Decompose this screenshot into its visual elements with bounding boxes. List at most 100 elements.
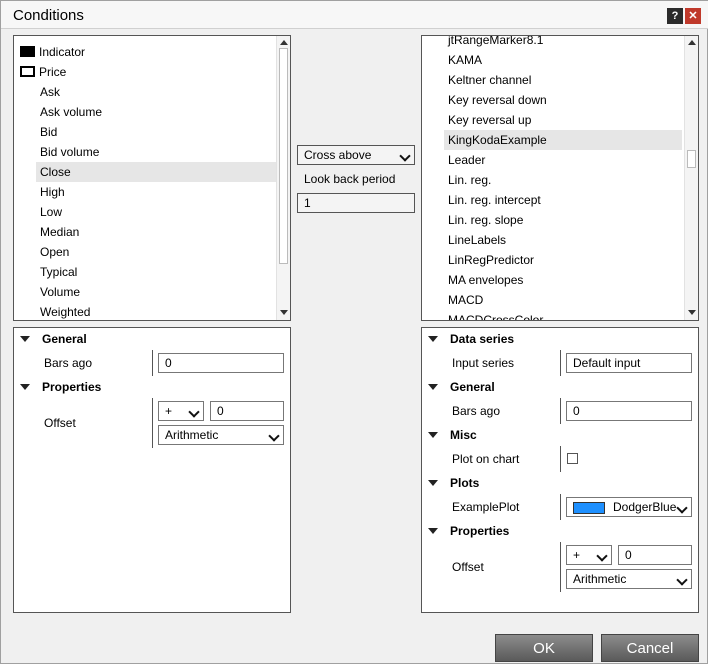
offset-input[interactable]: 0 <box>210 401 284 421</box>
tree-item-label: Volume <box>40 285 81 299</box>
divider <box>560 542 561 592</box>
scroll-up-icon[interactable] <box>280 40 288 45</box>
example-plot-label: ExamplePlot <box>452 500 520 514</box>
tree-item-bid-volume[interactable]: Bid volume <box>18 142 276 162</box>
tree-item-ask[interactable]: Ask <box>18 82 276 102</box>
right-properties-panel: Data series Input series Default input G… <box>421 327 699 613</box>
indicator-list: jtRangeMarker8.1 KAMA Keltner channel Ke… <box>444 36 682 320</box>
divider <box>560 350 561 376</box>
collapse-icon <box>428 383 438 390</box>
collapse-icon <box>428 527 438 534</box>
select-value: + <box>165 404 173 418</box>
list-item[interactable]: Lin. reg. <box>444 170 682 190</box>
chevron-down-icon <box>596 550 608 562</box>
list-item[interactable]: jtRangeMarker8.1 <box>444 36 682 50</box>
section-general[interactable]: General <box>428 380 495 394</box>
tree-item-bid[interactable]: Bid <box>18 122 276 142</box>
color-name: DodgerBlue <box>613 500 677 514</box>
tree-item-label: Ask <box>40 85 61 99</box>
tree-item-ask-volume[interactable]: Ask volume <box>18 102 276 122</box>
list-item[interactable]: KAMA <box>444 50 682 70</box>
list-item[interactable]: MACD <box>444 290 682 310</box>
tree-item-typical[interactable]: Typical <box>18 262 276 282</box>
scroll-down-icon[interactable] <box>688 310 696 315</box>
bars-ago-input[interactable]: 0 <box>566 401 692 421</box>
offset-label: Offset <box>44 416 76 430</box>
select-value: Arithmetic <box>165 428 219 442</box>
tree-item-high[interactable]: High <box>18 182 276 202</box>
section-label: Data series <box>450 332 515 346</box>
lookback-input[interactable]: 1 <box>297 193 415 213</box>
tree-item-label: Indicator <box>39 45 86 59</box>
scroll-down-icon[interactable] <box>280 310 288 315</box>
list-item[interactable]: MA envelopes <box>444 270 682 290</box>
plot-on-chart-checkbox[interactable] <box>567 453 578 464</box>
section-misc[interactable]: Misc <box>428 428 477 442</box>
tree-item-label: Weighted <box>40 305 91 319</box>
offset-input[interactable]: 0 <box>618 545 692 565</box>
close-button[interactable]: ✕ <box>685 8 701 24</box>
tree-item-close[interactable]: Close <box>36 162 276 182</box>
offset-type-select[interactable]: Arithmetic <box>566 569 692 589</box>
collapse-icon <box>20 383 30 390</box>
offset-sign-select[interactable]: + <box>158 401 204 421</box>
price-tree-panel: Indicator Price Ask Ask volume Bid Bid v… <box>13 35 291 321</box>
plot-on-chart-label: Plot on chart <box>452 452 520 466</box>
help-button[interactable]: ? <box>667 8 683 24</box>
tree-item-label: Median <box>40 225 80 239</box>
scroll-up-icon[interactable] <box>688 40 696 45</box>
divider <box>560 398 561 424</box>
tree-item-label: Close <box>40 165 71 179</box>
color-swatch <box>573 501 605 514</box>
cancel-button[interactable]: Cancel <box>601 634 699 662</box>
folder-open-icon <box>20 66 35 78</box>
section-general[interactable]: General <box>20 332 87 346</box>
list-item[interactable]: Key reversal up <box>444 110 682 130</box>
section-data-series[interactable]: Data series <box>428 332 514 346</box>
ok-button[interactable]: OK <box>495 634 593 662</box>
list-item[interactable]: LinRegPredictor <box>444 250 682 270</box>
list-item[interactable]: Keltner channel <box>444 70 682 90</box>
section-plots[interactable]: Plots <box>428 476 479 490</box>
list-item[interactable]: MACDCrossColor <box>444 310 682 320</box>
list-item[interactable]: Key reversal down <box>444 90 682 110</box>
list-item[interactable]: Leader <box>444 150 682 170</box>
example-plot-color-select[interactable]: DodgerBlue <box>566 497 692 517</box>
list-item-selected[interactable]: KingKodaExample <box>444 130 682 150</box>
list-item[interactable]: Lin. reg. intercept <box>444 190 682 210</box>
tree-item-median[interactable]: Median <box>18 222 276 242</box>
list-scrollbar[interactable] <box>684 36 698 320</box>
offset-type-select[interactable]: Arithmetic <box>158 425 284 445</box>
tree-item-price[interactable]: Price <box>18 62 276 82</box>
tree-scrollbar[interactable] <box>276 36 290 320</box>
tree-item-weighted[interactable]: Weighted <box>18 302 276 322</box>
tree-item-low[interactable]: Low <box>18 202 276 222</box>
section-label: Plots <box>450 476 480 490</box>
tree-item-label: Low <box>40 205 63 219</box>
section-properties[interactable]: Properties <box>20 380 101 394</box>
indicator-list-panel: jtRangeMarker8.1 KAMA Keltner channel Ke… <box>421 35 699 321</box>
collapse-icon <box>20 335 30 342</box>
list-item[interactable]: LineLabels <box>444 230 682 250</box>
section-label: General <box>42 332 87 346</box>
lookback-label: Look back period <box>304 172 396 186</box>
tree-item-indicator[interactable]: Indicator <box>18 42 276 62</box>
bars-ago-input[interactable]: 0 <box>158 353 284 373</box>
input-series-field[interactable]: Default input <box>566 353 692 373</box>
list-item[interactable]: Lin. reg. slope <box>444 210 682 230</box>
offset-sign-select[interactable]: + <box>566 545 612 565</box>
chevron-down-icon <box>676 574 688 586</box>
section-label: Misc <box>450 428 477 442</box>
tree-item-volume[interactable]: Volume <box>18 282 276 302</box>
left-properties-panel: General Bars ago 0 Properties Offset + 0… <box>13 327 291 613</box>
folder-icon <box>20 46 35 58</box>
dialog-title: Conditions <box>13 7 84 24</box>
section-properties[interactable]: Properties <box>428 524 509 538</box>
operator-select[interactable]: Cross above <box>297 145 415 165</box>
scroll-thumb[interactable] <box>687 150 696 168</box>
collapse-icon <box>428 431 438 438</box>
select-value: Arithmetic <box>573 572 627 586</box>
tree-item-open[interactable]: Open <box>18 242 276 262</box>
select-value: + <box>573 548 581 562</box>
scroll-thumb[interactable] <box>279 48 288 264</box>
